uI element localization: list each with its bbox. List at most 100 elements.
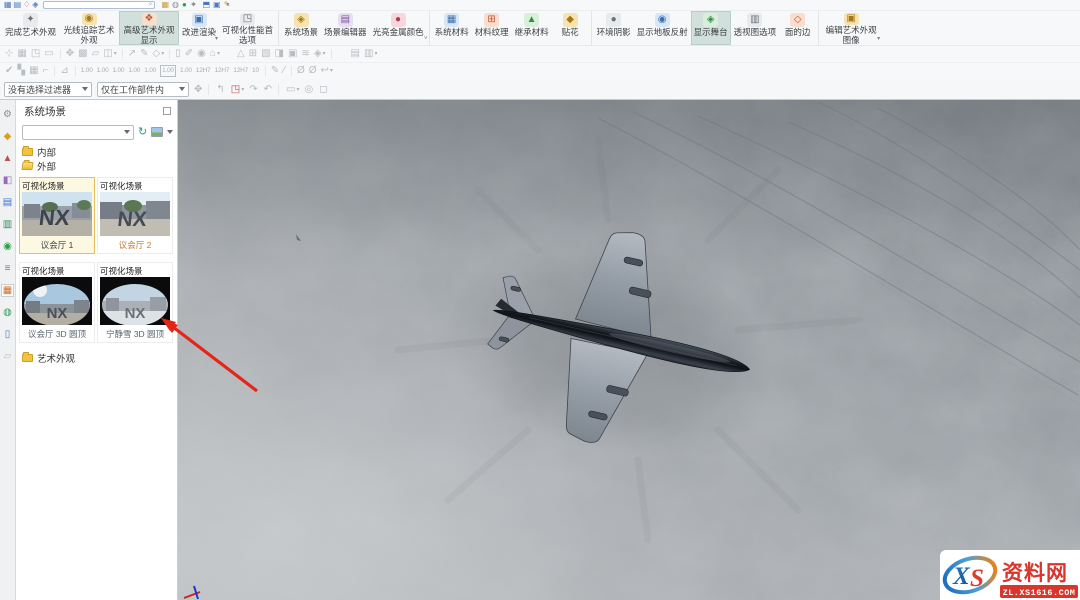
assembly-navigator-icon[interactable]: ▲ (1, 152, 14, 165)
toolbar-item[interactable]: 12H7 (233, 66, 249, 76)
toolbar-item[interactable]: 1.00 (113, 66, 126, 76)
toolbar-icon[interactable]: ▧ (261, 49, 271, 59)
redo-pick-icon[interactable]: ↷ (249, 84, 258, 95)
layout-icon[interactable]: ▣ (213, 1, 217, 9)
shiny-metal-colors-button[interactable]: ● 光亮金属颜色 ˅ (370, 11, 430, 45)
toolbar-item[interactable]: 1.00 (97, 66, 110, 76)
toolbar-icon[interactable]: ◫▾ (103, 49, 122, 59)
toolbar-icon[interactable]: ▤ (351, 49, 361, 59)
reuse-library-icon[interactable]: ▤ (1, 196, 14, 209)
save-part-icon[interactable]: ♢ (23, 1, 26, 9)
open-part-icon[interactable]: ▤ (14, 1, 18, 9)
refresh-icon[interactable]: ↻ (138, 127, 147, 138)
thumbnail-view-icon[interactable] (151, 127, 163, 137)
web-browser-icon[interactable]: ◉ (1, 240, 14, 253)
selection-scope-select[interactable]: 仅在工作部件内 (97, 82, 189, 97)
toolbar-icon[interactable]: ◨ (275, 49, 285, 59)
toolbar-item[interactable]: ▚ (17, 66, 26, 76)
wire-pick-icon[interactable]: ◻ (319, 84, 328, 95)
toolbar-item[interactable]: ✔ (5, 66, 14, 76)
extra-palette-icon[interactable]: ▱ (1, 350, 14, 363)
toolbar-item[interactable]: 1.00 (160, 65, 177, 77)
toolbar-icon[interactable]: ▥▾ (364, 49, 377, 59)
toolbar-icon[interactable]: ✐ (185, 49, 194, 59)
selection-filter-select[interactable]: 没有选择过滤器 (4, 82, 92, 97)
toolbar-item[interactable]: ▦ (29, 66, 39, 76)
undo-icon[interactable]: ◈▾ (32, 1, 37, 9)
toolbar-icon[interactable]: ≋ (301, 49, 310, 59)
toolbar-item[interactable]: ✎ (271, 66, 280, 76)
capture-icon[interactable]: ⬒ (203, 1, 207, 9)
material-textures-button[interactable]: ⊞ 材料纹理 (472, 11, 512, 45)
tree-item-studio-appearance[interactable]: 艺术外观 (22, 351, 177, 365)
improve-rendering-button[interactable]: ▣ 改进渲染 ▾ (179, 11, 219, 45)
internet-icon[interactable]: ◍ (1, 306, 14, 319)
toolbar-item[interactable]: ∕ (283, 66, 292, 76)
system-materials-button[interactable]: ▦ 系统材料 (432, 11, 472, 45)
library-icon[interactable]: ▥ (1, 218, 14, 231)
roles-icon[interactable]: ⚙ (1, 108, 14, 121)
toolbar-icon[interactable]: △ (237, 49, 246, 59)
palette-float-button[interactable] (163, 107, 171, 115)
toolbar-item[interactable]: 12H7 (196, 66, 212, 76)
toolbar-icon[interactable]: ◳ (31, 49, 41, 59)
toolbar-icon[interactable]: ▦ (17, 49, 27, 59)
toolbar-item[interactable]: Ø (309, 66, 318, 76)
tree-item-external[interactable]: 外部 (22, 159, 177, 173)
constraint-navigator-icon[interactable]: ◆ (1, 130, 14, 143)
scene-search-select[interactable] (22, 125, 134, 140)
toolbar-icon[interactable]: ◇▾ (153, 49, 171, 59)
part-window-icon[interactable]: ▦ (4, 1, 8, 9)
scene-card-council-1[interactable]: 可视化场景 NX 议会厅 1 (19, 177, 95, 254)
toolbar-icon[interactable]: ▩ (78, 49, 88, 59)
system-scenes-palette-icon[interactable]: ▦ (1, 284, 14, 297)
toolbar-icon[interactable]: ⌂▾ (210, 49, 220, 59)
toolbar-item[interactable]: Ø (297, 66, 306, 76)
toolbar-icon[interactable]: ▯ (175, 49, 182, 59)
chevron-down-icon[interactable] (167, 130, 173, 134)
finish-studio-appearance-button[interactable]: ✦ 完成艺术外观 (2, 11, 59, 45)
toolbar-item[interactable]: 1.00 (144, 66, 157, 76)
edit-studio-image-button[interactable]: ▣ 编辑艺术外观图像 ▾ (821, 11, 881, 45)
toolbar-icon[interactable]: ▣ (288, 49, 298, 59)
highlight-face-icon[interactable]: ◳▾ (231, 84, 244, 95)
toolbar-item[interactable]: ⊿ (60, 66, 75, 76)
toolbar-item[interactable]: 1.00 (128, 66, 141, 76)
advanced-studio-display-button[interactable]: ❖ 高级艺术外观显示 (119, 11, 179, 45)
graphics-viewport[interactable] (178, 100, 1080, 600)
toolbar-icon[interactable]: ▱ (92, 49, 101, 59)
annotate-icon[interactable]: ✎▾ (224, 1, 230, 9)
toolbar-icon[interactable]: ▭ (44, 49, 60, 59)
undo-pick-icon[interactable]: ↶ (264, 84, 279, 95)
toolbar-icon[interactable]: ✎ (140, 49, 149, 59)
show-stage-button[interactable]: ◈ 显示舞台 (691, 11, 731, 45)
toolbar-icon[interactable]: ◈▾ (314, 49, 332, 59)
toolbar-item[interactable]: ⌐ (43, 66, 56, 76)
perspective-options-button[interactable]: ▥ 透视图选项 (731, 11, 780, 45)
visualization-performance-button[interactable]: ◳ 可视化性能首选项 (219, 11, 279, 45)
toolbar-item[interactable]: ↩▾ (321, 66, 333, 76)
toolbar-icon[interactable]: ✥ (66, 49, 75, 59)
ray-traced-studio-button[interactable]: ◉ 光线追踪艺术外观 (59, 11, 119, 45)
select-prev-icon[interactable]: ↰ (216, 84, 225, 95)
hd3d-tools-icon[interactable]: ▯ (1, 328, 14, 341)
scene-card-tranquil-snow-dome[interactable]: 可视化场景 NX 宁静雪 3D 圆顶 (97, 262, 173, 343)
window-icon[interactable]: ▦ (161, 1, 165, 9)
part-navigator-icon[interactable]: ◧ (1, 174, 14, 187)
display-icon[interactable]: ● (182, 1, 183, 9)
scene-editor-button[interactable]: ▤ 场景编辑器 (321, 11, 370, 45)
toolbar-item[interactable]: 10 (252, 66, 266, 76)
toolbar-icon[interactable]: ⊞ (249, 49, 258, 59)
scene-card-council-dome[interactable]: 可视化场景 NX 议会厅 3D 圆顶 (19, 262, 95, 343)
toolbar-item[interactable]: 1.00 (180, 66, 193, 76)
system-scenes-button[interactable]: ◈ 系统场景 (281, 11, 321, 45)
toolbar-item[interactable]: 1.00 (81, 66, 94, 76)
toolbar-item[interactable]: 12H7 (215, 66, 231, 76)
toolbar-icon[interactable]: ◉ (197, 49, 207, 59)
tree-item-internal[interactable]: 内部 (22, 145, 177, 159)
snap-point-icon[interactable]: ✥ (194, 84, 209, 95)
scene-card-council-2[interactable]: 可视化场景 NX 议会厅 2 (97, 177, 173, 254)
effects-icon[interactable]: ✦▾ (190, 1, 196, 9)
shaded-pick-icon[interactable]: ◎ (305, 84, 315, 95)
face-edges-button[interactable]: ◇ 面的边 (779, 11, 819, 45)
